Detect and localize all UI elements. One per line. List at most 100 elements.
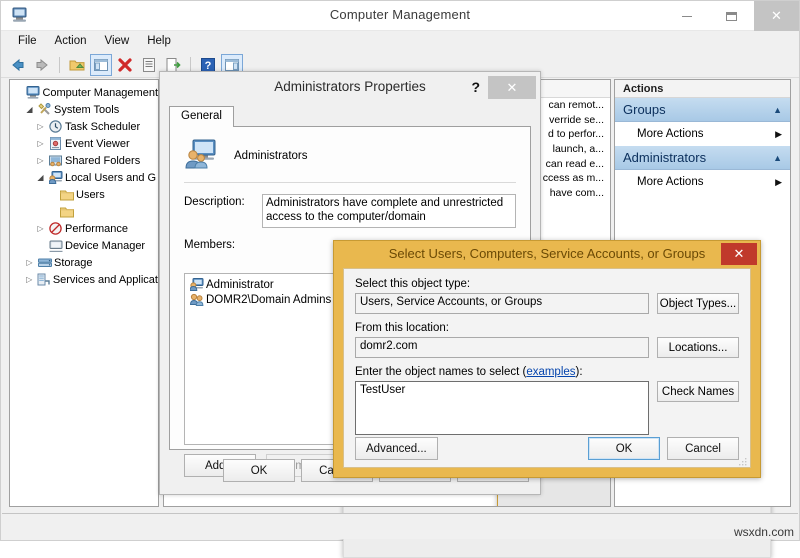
- action-item-more-actions[interactable]: More Actions ▶: [615, 170, 790, 194]
- location-field[interactable]: domr2.com: [355, 337, 649, 358]
- tree-item-label: Users: [75, 189, 105, 201]
- select-dialog-close-button[interactable]: ✕: [721, 243, 757, 265]
- chevron-right-icon[interactable]: ▷: [23, 259, 36, 267]
- properties-close-button[interactable]: ✕: [488, 76, 536, 99]
- chevron-up-icon[interactable]: ▲: [773, 105, 782, 115]
- object-names-input[interactable]: TestUser: [355, 381, 649, 435]
- group-header: Administrators: [170, 127, 530, 172]
- minimize-button[interactable]: [664, 1, 709, 31]
- object-names-row: TestUser Check Names: [355, 381, 739, 435]
- location-row: domr2.com Locations...: [355, 337, 739, 358]
- ok-button[interactable]: OK: [223, 459, 295, 482]
- status-bar: [2, 513, 798, 539]
- chevron-right-icon[interactable]: ▷: [23, 276, 35, 284]
- forward-arrow-icon[interactable]: [31, 54, 53, 76]
- chevron-right-icon[interactable]: ▷: [34, 157, 47, 165]
- menu-item-view[interactable]: View: [96, 33, 139, 49]
- tree-item-device-manager[interactable]: Device Manager: [12, 237, 158, 254]
- tree-item-users[interactable]: Users: [12, 186, 158, 203]
- chevron-right-icon[interactable]: ▷: [34, 225, 47, 233]
- action-item-label: More Actions: [637, 176, 703, 188]
- maximize-button[interactable]: [709, 1, 754, 31]
- tree-item-performance[interactable]: ▷ Performance: [12, 220, 158, 237]
- chevron-right-icon: ▶: [775, 129, 782, 140]
- properties-titlebar: Administrators Properties ? ✕: [160, 72, 540, 104]
- window-controls: ✕: [664, 1, 799, 31]
- advanced-button[interactable]: Advanced...: [355, 437, 438, 460]
- table-cell-description: d to perfor...: [548, 128, 604, 140]
- select-users-dialog: Select Users, Computers, Service Account…: [333, 240, 761, 478]
- main-titlebar: Computer Management ✕: [1, 1, 799, 31]
- tree-item-label: Event Viewer: [64, 138, 130, 150]
- object-type-field[interactable]: Users, Service Accounts, or Groups: [355, 293, 649, 314]
- help-question-icon[interactable]: ?: [471, 79, 480, 95]
- description-label: Description:: [184, 194, 262, 228]
- action-item-more-actions[interactable]: More Actions▶: [615, 122, 790, 146]
- performance-icon: [47, 222, 64, 235]
- tree-item-storage[interactable]: ▷ Storage: [12, 254, 158, 271]
- folder-icon: [58, 189, 75, 201]
- back-arrow-icon[interactable]: [7, 54, 29, 76]
- site-watermark: wsxdn.com: [734, 525, 794, 539]
- menu-item-action[interactable]: Action: [46, 33, 96, 49]
- object-names-label-prefix: Enter the object names to select (: [355, 366, 526, 378]
- tree-item-system-tools[interactable]: ◢ System Tools: [12, 101, 158, 118]
- chevron-up-icon[interactable]: ▲: [773, 153, 782, 163]
- table-cell-description: launch, a...: [553, 143, 604, 155]
- check-names-button[interactable]: Check Names: [657, 381, 739, 402]
- tree-item-label: Device Manager: [64, 240, 145, 252]
- tree-item-local-users-and-g[interactable]: ◢Local Users and G: [12, 169, 158, 186]
- console-tree-pane: Computer Management ◢ System Tools ▷ Task Sc…: [9, 79, 159, 507]
- chevron-down-icon[interactable]: ◢: [23, 106, 36, 114]
- show-hide-console-tree-icon[interactable]: [90, 54, 112, 76]
- tree-item-label: Shared Folders: [64, 155, 140, 167]
- properties-tabstrip: General: [169, 106, 531, 127]
- chevron-right-icon[interactable]: ▷: [34, 140, 47, 148]
- chevron-right-icon[interactable]: ▷: [34, 123, 47, 131]
- menu-item-help[interactable]: Help: [138, 33, 180, 49]
- screen: Computer Management ✕ File Action View H…: [0, 0, 800, 541]
- properties-icon[interactable]: [138, 54, 160, 76]
- actions-group-header-groups[interactable]: Groups▲: [615, 98, 790, 122]
- tree-item-services-and-applicat[interactable]: ▷Services and Applicat: [12, 271, 158, 288]
- select-dialog-fields: Select this object type: Users, Service …: [344, 269, 750, 429]
- tab-general[interactable]: General: [169, 106, 234, 127]
- cancel-button[interactable]: Cancel: [667, 437, 739, 460]
- locations-button[interactable]: Locations...: [657, 337, 739, 358]
- resize-grip-icon[interactable]: [739, 457, 747, 465]
- delete-icon[interactable]: [114, 54, 136, 76]
- tree-item-shared-folders[interactable]: ▷ Shared Folders: [12, 152, 158, 169]
- table-cell-description: can read e...: [546, 158, 604, 170]
- chevron-right-icon: ▶: [775, 177, 782, 188]
- local-users-groups-icon: [47, 171, 64, 184]
- group-members-icon: [188, 293, 206, 306]
- select-dialog-body: Select this object type: Users, Service …: [343, 268, 751, 468]
- console-tree: Computer Management ◢ System Tools ▷ Task Sc…: [10, 80, 158, 288]
- shared-folders-icon: [47, 154, 64, 167]
- tree-item-label: Computer Management: [41, 87, 158, 99]
- tree-item-label: Storage: [53, 257, 93, 269]
- tree-item-task-scheduler[interactable]: ▷ Task Scheduler: [12, 118, 158, 135]
- chevron-down-icon[interactable]: ◢: [34, 174, 47, 182]
- tree-item-label: System Tools: [53, 104, 119, 116]
- tree-item-computer-management[interactable]: Computer Management: [12, 84, 158, 101]
- ok-button[interactable]: OK: [588, 437, 660, 460]
- services-icon: [35, 273, 51, 286]
- menu-item-file[interactable]: File: [9, 33, 46, 49]
- actions-group-header-administrators[interactable]: Administrators▲: [615, 146, 790, 170]
- group-icon: [184, 139, 218, 172]
- tree-item-label: Task Scheduler: [64, 121, 140, 133]
- location-label: From this location:: [355, 322, 739, 334]
- examples-link[interactable]: examples: [526, 366, 575, 378]
- folder-icon: [58, 206, 75, 218]
- close-button[interactable]: ✕: [754, 1, 799, 31]
- tree-item-groups[interactable]: Groups: [12, 203, 158, 220]
- system-tools-icon: [36, 103, 53, 116]
- description-field[interactable]: Administrators have complete and unrestr…: [262, 194, 516, 228]
- tree-item-label: Performance: [64, 223, 128, 235]
- object-types-button[interactable]: Object Types...: [657, 293, 739, 314]
- svg-text:?: ?: [205, 60, 212, 72]
- up-folder-icon[interactable]: [66, 54, 88, 76]
- table-cell-description: have com...: [550, 187, 604, 199]
- tree-item-event-viewer[interactable]: ▷ Event Viewer: [12, 135, 158, 152]
